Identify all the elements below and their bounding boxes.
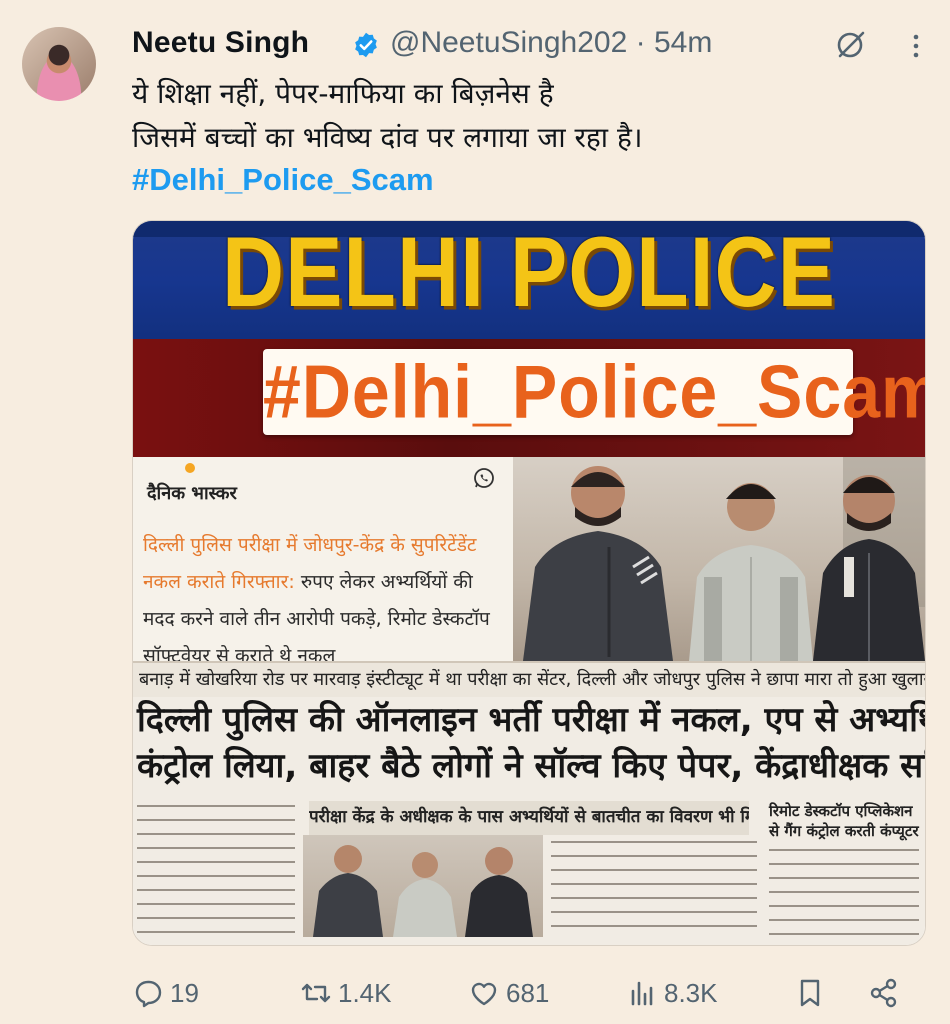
tweet-header: Neetu Singh @NeetuSingh202 · 54m	[132, 24, 930, 66]
repost-button[interactable]: 1.4K	[300, 978, 392, 1008]
more-icon[interactable]	[906, 30, 926, 62]
reply-count: 19	[170, 977, 199, 1008]
news-left-panel: दैनिक भास्कर दिल्ली पुलिस परीक्षा में जो…	[133, 457, 513, 667]
main-headline-line-1: दिल्ली पुलिस की ऑनलाइन भर्ती परीक्षा में…	[137, 700, 925, 740]
article-column-left	[137, 805, 295, 939]
views-icon	[631, 981, 653, 1006]
arrest-photo	[513, 457, 925, 661]
newspaper-clipping: दैनिक भास्कर दिल्ली पुलिस परीक्षा में जो…	[133, 457, 925, 945]
views-count: 8.3K	[664, 977, 718, 1008]
newspaper-logo: दैनिक भास्कर	[147, 483, 237, 504]
post-time[interactable]: 54m	[654, 26, 712, 59]
subheadline: परीक्षा केंद्र के अधीक्षक के पास अभ्यर्थ…	[309, 801, 749, 835]
repost-icon	[301, 983, 331, 1003]
share-icon	[870, 978, 897, 1008]
like-icon	[471, 982, 497, 1006]
like-count: 681	[506, 977, 550, 1008]
reply-icon	[135, 980, 162, 1008]
logo-dot	[185, 463, 195, 473]
tweet-text: ये शिक्षा नहीं, पेपर-माफिया का बिज़नेस ह…	[132, 72, 922, 160]
whatsapp-icon	[474, 468, 494, 488]
like-button[interactable]: 681	[468, 978, 549, 1008]
hashtag-link[interactable]: #Delhi_Police_Scam	[132, 162, 434, 198]
article-column-right	[769, 849, 919, 939]
grok-icon[interactable]	[834, 28, 868, 62]
reply-button[interactable]: 19	[132, 978, 199, 1008]
article-photo	[303, 835, 543, 937]
share-button[interactable]	[868, 978, 900, 1008]
article-column-middle	[551, 841, 757, 939]
bookmark-icon	[800, 979, 820, 1007]
sidebar-headline: रिमोट डेस्कटॉप एप्लिकेशन से गैंग कंट्रोल…	[769, 802, 919, 840]
action-bar: 19 1.4K 681 8.3K	[132, 968, 922, 1018]
author-handle[interactable]: @NeetuSingh202	[390, 26, 627, 59]
accused-persons-illustration	[523, 457, 925, 661]
banner-hashtag: #Delhi_Police_Scam	[263, 350, 926, 434]
views-button[interactable]: 8.3K	[626, 978, 718, 1008]
accused-persons-small-illustration	[313, 845, 533, 937]
repost-count: 1.4K	[338, 977, 392, 1008]
bookmark-button[interactable]	[794, 978, 826, 1008]
news-headline: दिल्ली पुलिस परीक्षा में जोधपुर-केंद्र क…	[143, 527, 505, 675]
title-banner: DELHI POLICE 2025	[133, 221, 925, 442]
tweet-line-1: ये शिक्षा नहीं, पेपर-माफिया का बिज़नेस ह…	[132, 77, 554, 110]
verified-badge-icon	[355, 32, 377, 58]
hashtag-banner: #Delhi_Police_Scam	[133, 339, 925, 457]
avatar[interactable]	[22, 27, 96, 101]
dot-separator: ·	[635, 26, 646, 59]
news-ticker: बनाड़ में खोखरिया रोड पर मारवाड़ इंस्टीट…	[133, 661, 925, 697]
main-headline-line-2: कंट्रोल लिया, बाहर बैठे लोगों ने सॉल्व क…	[137, 746, 925, 786]
tweet-image[interactable]: DELHI POLICE 2025 #Delhi_Police_Scam दैन…	[132, 220, 926, 946]
tweet-line-2: जिसमें बच्चों का भविष्य दांव पर लगाया जा…	[132, 121, 643, 154]
main-headline: दिल्ली पुलिस की ऑनलाइन भर्ती परीक्षा में…	[133, 697, 925, 789]
author-name[interactable]: Neetu Singh	[132, 26, 309, 60]
author-handle-time[interactable]: @NeetuSingh202 · 54m	[390, 26, 712, 60]
